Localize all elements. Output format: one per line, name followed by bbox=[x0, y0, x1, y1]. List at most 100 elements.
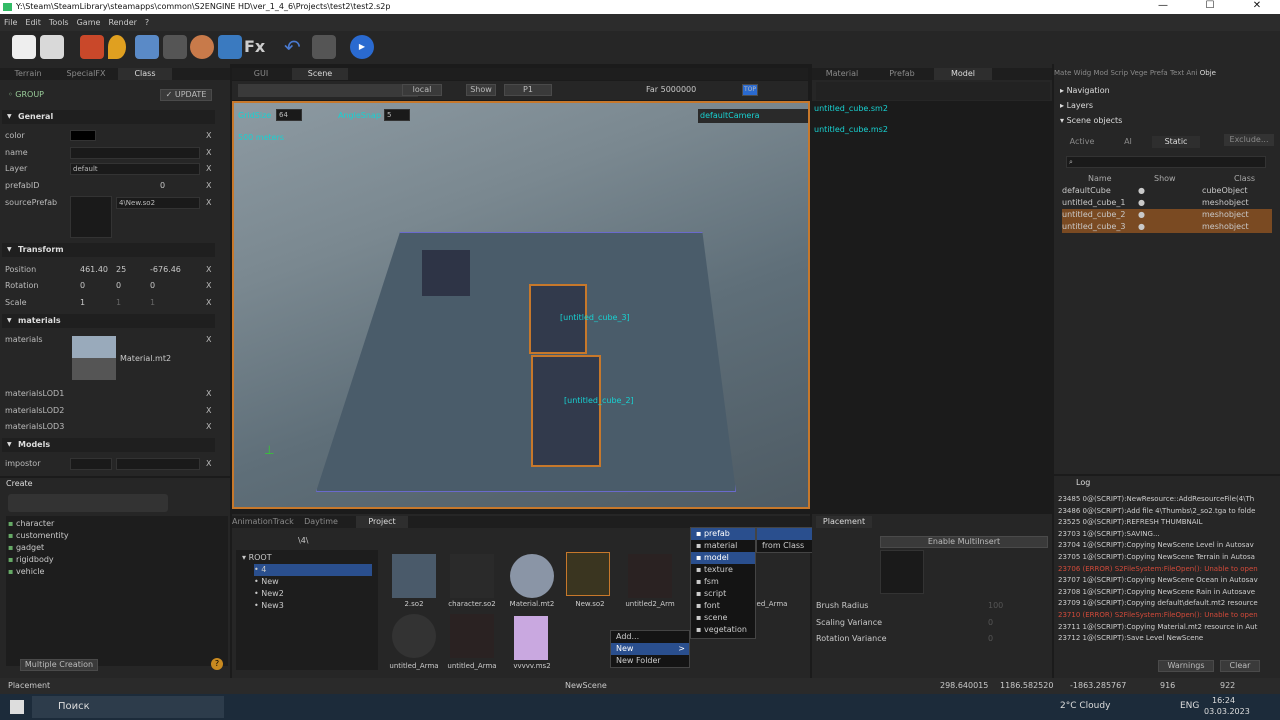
menu-texture[interactable]: ▪ texture bbox=[691, 564, 755, 576]
windows-start-icon[interactable] bbox=[10, 700, 24, 714]
impostor-field[interactable] bbox=[70, 458, 112, 470]
update-button[interactable]: ✓ UPDATE bbox=[160, 89, 212, 101]
scale-x[interactable]: 1 bbox=[80, 296, 85, 310]
rotation-variance-value[interactable]: 0 bbox=[988, 634, 993, 643]
clear-x[interactable]: X bbox=[206, 198, 211, 207]
layers-header[interactable]: ▸ Layers bbox=[1060, 100, 1093, 112]
menu-add[interactable]: Add... bbox=[611, 631, 689, 643]
scene-viewport[interactable]: GridSize 64 AngleSnap 5 500 meters defau… bbox=[232, 101, 810, 509]
menu-font[interactable]: ▪ font bbox=[691, 600, 755, 612]
asset-thumb[interactable] bbox=[514, 616, 548, 660]
anglesnap-select[interactable]: 5 bbox=[384, 109, 410, 121]
tab-daytime[interactable]: Daytime bbox=[298, 516, 344, 528]
menu-scene[interactable]: ▪ scene bbox=[691, 612, 755, 624]
model-toolbar[interactable] bbox=[816, 82, 1050, 100]
tab-scene[interactable]: Scene bbox=[292, 68, 348, 80]
clear-x[interactable]: X bbox=[206, 298, 211, 307]
sourceprefab-field[interactable]: 4\New.so2 bbox=[116, 197, 200, 209]
menu-render[interactable]: Render bbox=[108, 18, 136, 27]
new-file-icon[interactable] bbox=[12, 35, 36, 59]
exclude-button[interactable]: Exclude... bbox=[1224, 134, 1274, 146]
tab-static[interactable]: Static bbox=[1152, 136, 1200, 148]
asset-thumb[interactable] bbox=[510, 554, 554, 598]
cube-icon[interactable] bbox=[80, 35, 104, 59]
weather[interactable]: 2°C Cloudy bbox=[1060, 701, 1110, 711]
position-y[interactable]: 25 bbox=[116, 263, 126, 277]
scene-objects-header[interactable]: ▾ Scene objects bbox=[1060, 115, 1122, 127]
clear-x[interactable]: X bbox=[206, 131, 211, 140]
tab-material[interactable]: Material bbox=[816, 68, 868, 80]
tab-terrain[interactable]: Terrain bbox=[2, 68, 54, 80]
taskbar-search[interactable]: Поиск bbox=[32, 696, 224, 718]
transform-header[interactable]: Transform bbox=[2, 243, 215, 257]
object-search-input[interactable]: ⌕ bbox=[1066, 156, 1266, 168]
tab-class[interactable]: Class bbox=[118, 68, 172, 80]
navigation-header[interactable]: ▸ Navigation bbox=[1060, 85, 1110, 97]
menu-new[interactable]: New > bbox=[611, 643, 689, 655]
asset-thumb[interactable] bbox=[392, 554, 436, 598]
tab-vege[interactable]: Vege bbox=[1130, 69, 1147, 77]
hand-icon[interactable] bbox=[163, 35, 187, 59]
location-pin-icon[interactable] bbox=[108, 35, 126, 59]
layer-select[interactable]: default bbox=[70, 163, 200, 175]
help-icon[interactable]: ? bbox=[211, 658, 223, 670]
tab-project[interactable]: Project bbox=[356, 516, 408, 528]
save-icon[interactable] bbox=[40, 35, 64, 59]
color-swatch[interactable] bbox=[70, 130, 96, 141]
undo-icon[interactable]: ↶ bbox=[284, 35, 308, 59]
scaling-variance-value[interactable]: 0 bbox=[988, 618, 993, 627]
scale-z[interactable]: 1 bbox=[150, 296, 155, 310]
create-item-rigidbody[interactable]: ▪ rigidbody bbox=[8, 554, 54, 566]
show-button[interactable]: Show bbox=[466, 84, 496, 96]
menu-prefab[interactable]: ▪ prefab bbox=[691, 528, 755, 540]
menu-file[interactable]: File bbox=[4, 18, 17, 27]
clear-x[interactable]: X bbox=[206, 422, 211, 431]
tab-gui[interactable]: GUI bbox=[236, 68, 286, 80]
create-item-character[interactable]: ▪ character bbox=[8, 518, 54, 530]
far-value[interactable]: Far 5000000 bbox=[646, 85, 696, 94]
model-file[interactable]: untitled_cube.ms2 bbox=[814, 125, 888, 134]
multiple-creation-button[interactable]: Multiple Creation bbox=[20, 659, 98, 671]
menu-vegetation[interactable]: ▪ vegetation bbox=[691, 624, 755, 636]
tab-prefa[interactable]: Prefa bbox=[1150, 69, 1168, 77]
clear-x[interactable]: X bbox=[206, 181, 211, 190]
cube-default[interactable] bbox=[422, 250, 470, 296]
tab-prefab[interactable]: Prefab bbox=[874, 68, 930, 80]
enable-multiinsert-button[interactable]: Enable MultiInsert bbox=[880, 536, 1048, 548]
create-toolbar[interactable] bbox=[8, 494, 168, 512]
tree-root[interactable]: ▾ ROOT bbox=[242, 552, 272, 564]
tab-widg[interactable]: Widg bbox=[1074, 69, 1092, 77]
tab-ai[interactable]: AI bbox=[1108, 136, 1148, 148]
clear-x[interactable]: X bbox=[206, 459, 211, 468]
tree-item-new2[interactable]: • New2 bbox=[254, 588, 284, 600]
menu-material[interactable]: ▪ material bbox=[691, 540, 755, 552]
rotation-x[interactable]: 0 bbox=[80, 279, 85, 293]
local-select[interactable]: local bbox=[402, 84, 442, 96]
materials-header[interactable]: materials bbox=[2, 314, 215, 328]
menu-script[interactable]: ▪ script bbox=[691, 588, 755, 600]
object-row[interactable]: defaultCube ● cubeObject bbox=[1062, 185, 1272, 197]
clear-button[interactable]: Clear bbox=[1220, 660, 1260, 672]
placement-thumb[interactable] bbox=[880, 550, 924, 594]
asset-thumb-selected[interactable] bbox=[566, 552, 610, 596]
tab-active[interactable]: Active bbox=[1058, 136, 1106, 148]
col-show[interactable]: Show bbox=[1154, 174, 1176, 184]
rotation-z[interactable]: 0 bbox=[150, 279, 155, 293]
menu-model[interactable]: ▪ model bbox=[691, 552, 755, 564]
tab-mate[interactable]: Mate bbox=[1054, 69, 1071, 77]
asset-thumb[interactable] bbox=[450, 554, 494, 598]
clear-x[interactable]: X bbox=[206, 281, 211, 290]
create-item-gadget[interactable]: ▪ gadget bbox=[8, 542, 44, 554]
tab-mod[interactable]: Mod bbox=[1093, 69, 1108, 77]
gridsize-select[interactable]: 64 bbox=[276, 109, 302, 121]
cube-untitled-2[interactable] bbox=[531, 355, 601, 467]
tab-text[interactable]: Text bbox=[1170, 69, 1184, 77]
tree-item-4[interactable]: • 4 bbox=[254, 564, 372, 576]
maximize-button[interactable]: ☐ bbox=[1187, 0, 1233, 14]
tab-obje[interactable]: Obje bbox=[1200, 69, 1216, 77]
asset-thumb[interactable] bbox=[450, 614, 494, 658]
sphere-icon[interactable] bbox=[190, 35, 214, 59]
col-class[interactable]: Class bbox=[1234, 174, 1255, 184]
asset-thumb[interactable] bbox=[392, 614, 436, 658]
position-z[interactable]: -676.46 bbox=[150, 263, 181, 277]
